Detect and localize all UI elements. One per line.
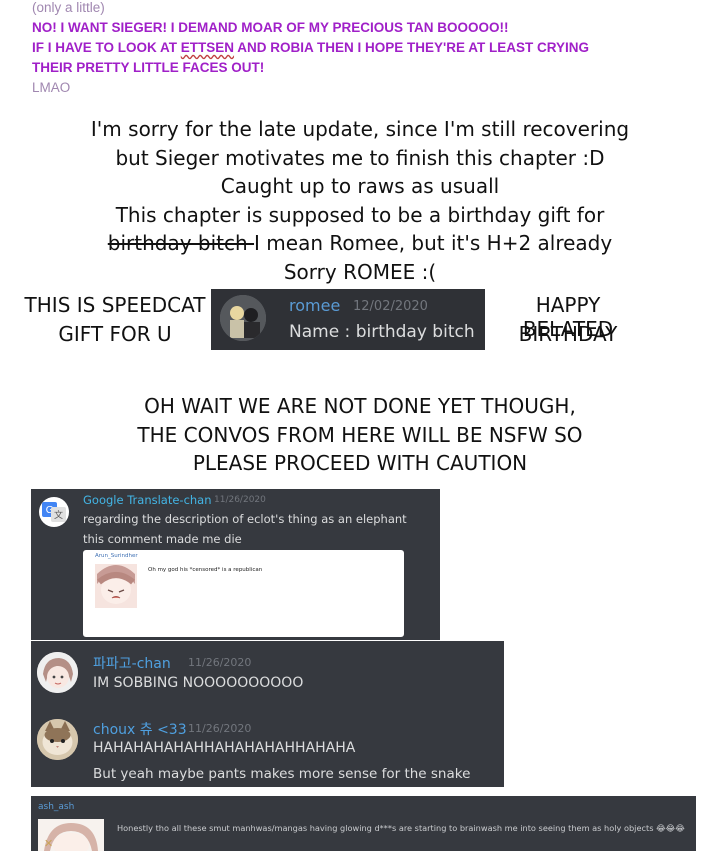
warning-line-3: PLEASE PROCEED WITH CAUTION [192, 451, 528, 475]
romee-avatar-image [220, 295, 266, 341]
papago-time: 11/26/2020 [188, 656, 252, 669]
choux-message-2: But yeah maybe pants makes more sense fo… [93, 766, 471, 782]
gift-left-line-1: THIS IS SPEEDCAT [24, 293, 206, 317]
ash-avatar: ✕ [38, 819, 104, 851]
laughing-emoji-icon: 😂😂😂 [656, 823, 685, 833]
choux-avatar [37, 719, 78, 760]
choux-name[interactable]: choux 츄 <33 [93, 719, 187, 739]
chat-card-ash: ash_ash ✕ Honestly tho all these smut ma… [31, 796, 696, 851]
note-ettsen-post: AND ROBIA THEN I HOPE THEY'RE AT LEAST C… [234, 40, 590, 55]
author-note-line-6: Sorry ROMEE :( [283, 260, 437, 284]
gift-right-line-2: BIRTHDAY [518, 322, 618, 346]
author-note-line-3: Caught up to raws as usuall [220, 174, 500, 198]
papago-message: IM SOBBING NOOOOOOOOOO [93, 675, 304, 691]
embed-anime-face [95, 564, 137, 608]
romee-avatar [220, 295, 266, 341]
translate-message-2: this comment made me die [83, 532, 242, 546]
author-note-line-5: birthday bitch I mean Romee, but it's H+… [0, 231, 720, 255]
romee-name[interactable]: romee [289, 296, 340, 315]
ash-name[interactable]: ash_ash [38, 802, 74, 812]
warning-line-1: OH WAIT WE ARE NOT DONE YET THOUGH, [144, 394, 576, 418]
romee-message: Name : birthday bitch [289, 322, 475, 342]
warning-line-2: THE CONVOS FROM HERE WILL BE NSFW SO [137, 423, 583, 447]
embed-avatar [95, 564, 137, 608]
papago-avatar [37, 652, 78, 693]
note-lmao: LMAO [32, 80, 71, 95]
papago-avatar-image [37, 652, 78, 693]
romee-date: 12/02/2020 [353, 299, 428, 314]
translate-message-1: regarding the description of eclot's thi… [83, 512, 407, 526]
note-demand: NO! I WANT SIEGER! I DEMAND MOAR OF MY P… [32, 20, 509, 35]
author-note-line-2: but Sieger motivates me to finish this c… [115, 146, 605, 170]
svg-text:✕: ✕ [44, 837, 53, 850]
ash-message: Honestly tho all these smut manhwas/mang… [117, 823, 685, 833]
choux-message-1: HAHAHAHAHAHHAHAHAHAHHAHAHA [93, 740, 356, 756]
note-only-a-little: (only a little) [32, 0, 105, 15]
author-note-line-4: This chapter is supposed to be a birthda… [115, 203, 605, 227]
chat-card-translate: G 文 Google Translate-chan 11/26/2020 reg… [31, 489, 440, 640]
chat-card-papago: 파파고-chan 11/26/2020 IM SOBBING NOOOOOOOO… [31, 641, 504, 787]
google-translate-icon: G 文 [42, 502, 66, 522]
translate-time: 11/26/2020 [214, 495, 266, 505]
papago-name[interactable]: 파파고-chan [93, 653, 171, 673]
ash-anime-face: ✕ [38, 819, 104, 851]
svg-text:文: 文 [54, 509, 63, 521]
romee-profile-card: romee 12/02/2020 Name : birthday bitch [211, 289, 485, 350]
translate-name[interactable]: Google Translate-chan [83, 493, 212, 507]
gift-left-line-2: GIFT FOR U [58, 322, 172, 346]
translate-embed-screenshot[interactable]: Arun_Surindher Oh my god his *censored* … [83, 550, 404, 637]
ash-message-text: Honestly tho all these smut manhwas/mang… [117, 823, 654, 833]
note-ettsen-pre: IF I HAVE TO LOOK AT [32, 40, 181, 55]
embed-text: Oh my god his *censored* is a republican [148, 567, 263, 573]
translate-avatar: G 文 [39, 497, 69, 527]
author-note-rest: I mean Romee, but it's H+2 already [254, 231, 613, 255]
note-faces: THEIR PRETTY LITTLE FACES OUT! [32, 60, 265, 75]
note-ettsen-word: ETTSEN [180, 40, 235, 55]
embed-username: Arun_Surindher [95, 553, 138, 559]
author-note-line-1: I'm sorry for the late update, since I'm… [90, 117, 630, 141]
author-note-strike: birthday bitch [107, 231, 255, 255]
note-ettsen: IF I HAVE TO LOOK AT ETTSEN AND ROBIA TH… [32, 40, 589, 55]
cat-avatar-image [37, 719, 78, 760]
choux-time: 11/26/2020 [188, 722, 252, 735]
